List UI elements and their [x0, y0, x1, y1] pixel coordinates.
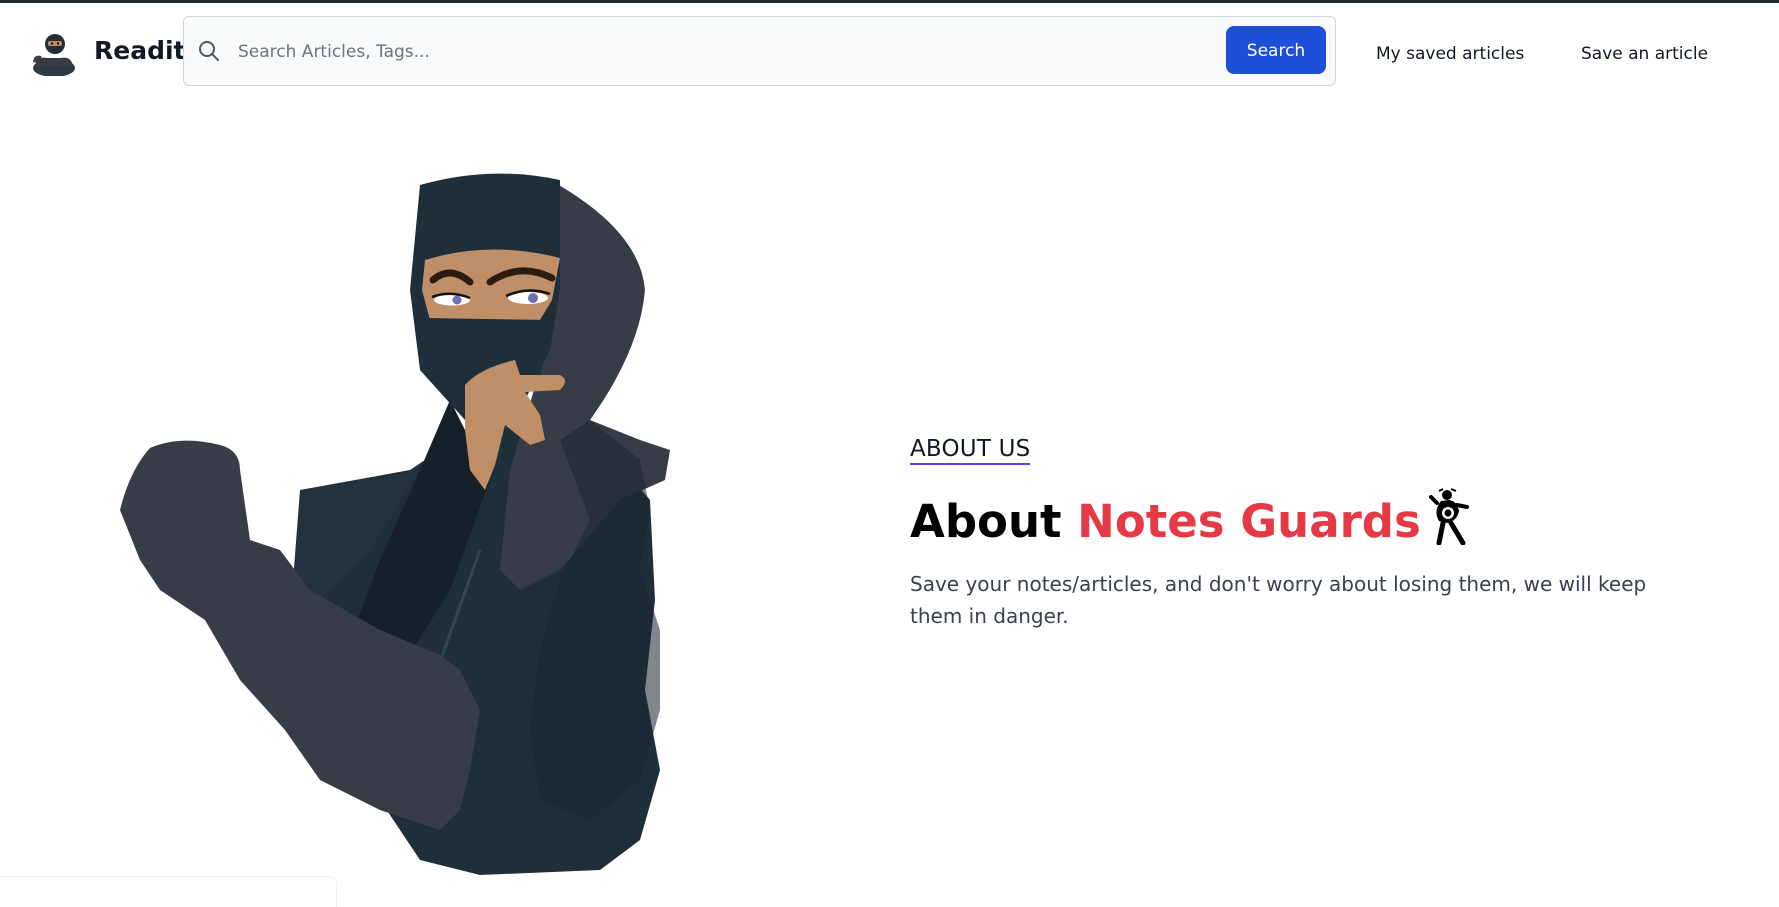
ninja-icon — [1428, 487, 1473, 546]
search-bar: Search — [183, 16, 1336, 86]
title-prefix: About — [910, 495, 1078, 548]
about-description: Save your notes/articles, and don't worr… — [910, 572, 1647, 628]
nav-my-saved-articles[interactable]: My saved articles — [1376, 43, 1524, 65]
search-button[interactable]: Search — [1226, 26, 1326, 74]
ninja-illustration — [120, 170, 780, 880]
bottom-card-edge — [0, 876, 337, 907]
page-title: About Notes Guards — [910, 487, 1473, 550]
nav-save-an-article[interactable]: Save an article — [1581, 43, 1708, 65]
top-navbar: Readit Search My saved articles Save an … — [0, 3, 1779, 103]
about-us-label: ABOUT US — [910, 435, 1031, 465]
title-accent: Notes Guards — [1077, 495, 1421, 548]
search-icon — [197, 39, 221, 63]
ninja-logo-icon[interactable] — [31, 28, 77, 77]
search-input[interactable] — [236, 31, 1200, 73]
brand-name[interactable]: Readit — [94, 36, 186, 66]
